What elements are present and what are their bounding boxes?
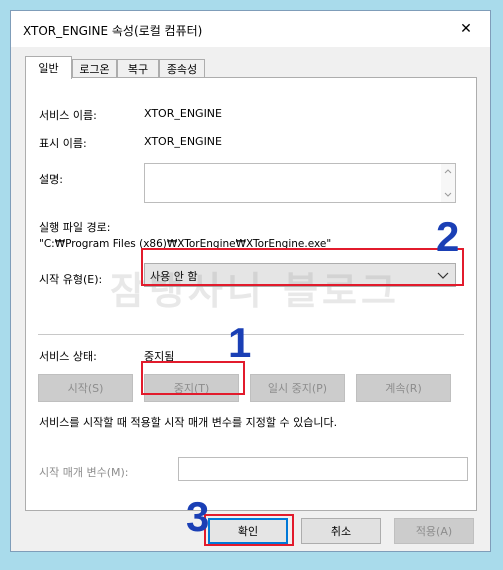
general-panel: 서비스 이름: XTOR_ENGINE 표시 이름: XTOR_ENGINE 설…: [25, 77, 477, 511]
tab-recovery[interactable]: 복구: [117, 59, 159, 77]
exe-path-value: "C:₩Program Files (x86)₩XTorEngine₩XTorE…: [39, 238, 332, 250]
cancel-button[interactable]: 취소: [301, 518, 381, 544]
display-name-value: XTOR_ENGINE: [144, 135, 222, 148]
step-1-label: 1: [228, 319, 252, 366]
display-name-label: 표시 이름:: [39, 137, 87, 150]
scroll-up-icon: [444, 169, 452, 174]
tab-dependencies[interactable]: 종속성: [159, 59, 205, 77]
scroll-down-icon: [444, 192, 452, 197]
close-button[interactable]: ✕: [446, 11, 486, 47]
resume-button[interactable]: 계속(R): [356, 374, 451, 402]
step-3-label: 3: [186, 493, 210, 540]
title-bar: XTOR_ENGINE 속성(로컬 컴퓨터) ✕: [11, 11, 490, 47]
service-name-label: 서비스 이름:: [39, 109, 97, 122]
tab-general[interactable]: 일반: [25, 56, 72, 79]
service-name-value: XTOR_ENGINE: [144, 107, 222, 120]
window-title: XTOR_ENGINE 속성(로컬 컴퓨터): [23, 24, 203, 38]
step-2-label: 2: [436, 213, 460, 260]
start-button[interactable]: 시작(S): [38, 374, 133, 402]
params-help-text: 서비스를 시작할 때 적용할 시작 매개 변수를 지정할 수 있습니다.: [39, 416, 338, 429]
pause-button[interactable]: 일시 중지(P): [250, 374, 345, 402]
startup-type-label: 시작 유형(E):: [39, 273, 103, 286]
description-field[interactable]: [144, 163, 456, 203]
service-status-value: 중지됨: [144, 350, 175, 363]
chevron-down-icon: [437, 272, 449, 279]
description-label: 설명:: [39, 173, 63, 186]
tab-logon[interactable]: 로그온: [72, 59, 117, 77]
apply-button[interactable]: 적용(A): [394, 518, 474, 544]
close-icon: ✕: [460, 21, 472, 37]
stop-button[interactable]: 중지(T): [144, 374, 239, 402]
params-label: 시작 매개 변수(M):: [39, 466, 129, 479]
properties-dialog: XTOR_ENGINE 속성(로컬 컴퓨터) ✕ 일반 로그온 복구 종속성 서…: [10, 10, 491, 552]
description-scrollbar[interactable]: [441, 164, 455, 202]
startup-type-select[interactable]: 사용 안 함: [144, 263, 456, 287]
params-input[interactable]: [178, 457, 468, 481]
ok-button[interactable]: 확인: [208, 518, 288, 544]
exe-path-label: 실행 파일 경로:: [39, 221, 111, 234]
service-status-label: 서비스 상태:: [39, 350, 97, 363]
